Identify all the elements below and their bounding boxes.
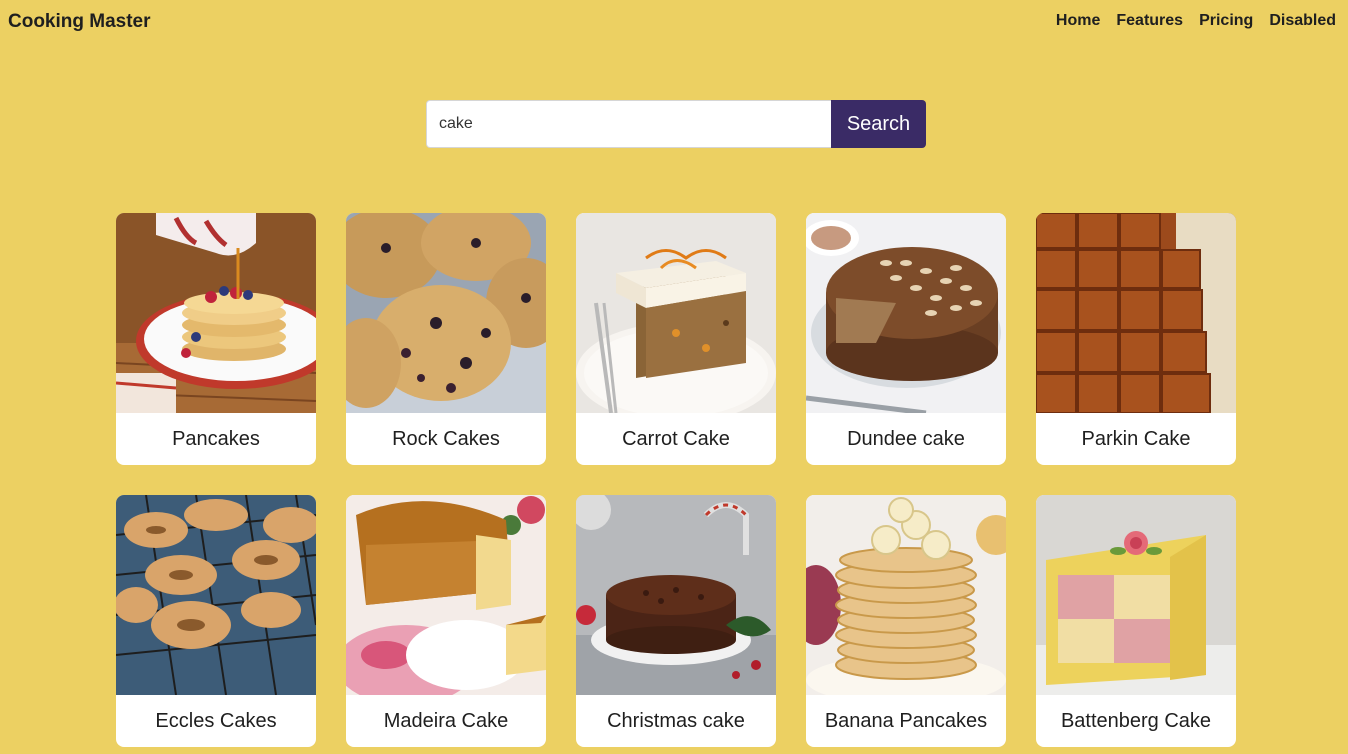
recipe-card[interactable]: Eccles Cakes <box>116 495 316 747</box>
recipe-card[interactable]: Rock Cakes <box>346 213 546 465</box>
brand-logo[interactable]: Cooking Master <box>8 11 151 33</box>
christmas-cake-photo <box>576 495 776 695</box>
parkin-cake-photo <box>1036 213 1236 413</box>
recipe-card[interactable]: Dundee cake <box>806 213 1006 465</box>
search-input[interactable] <box>426 100 831 148</box>
madeira-cake-photo <box>346 495 546 695</box>
pancakes-photo <box>116 213 316 413</box>
eccles-cakes-photo <box>116 495 316 695</box>
recipe-card[interactable]: Pancakes <box>116 213 316 465</box>
recipe-title: Eccles Cakes <box>155 709 277 732</box>
nav-link-home[interactable]: Home <box>1056 12 1100 30</box>
recipe-title: Parkin Cake <box>1081 427 1191 450</box>
nav-link-features[interactable]: Features <box>1116 12 1183 30</box>
recipe-title: Dundee cake <box>847 427 965 450</box>
nav-link-disabled[interactable]: Disabled <box>1269 12 1336 30</box>
recipe-card[interactable]: Christmas cake <box>576 495 776 747</box>
search-button[interactable]: Search <box>831 100 926 148</box>
recipe-card[interactable]: Carrot Cake <box>576 213 776 465</box>
search-bar: Search <box>426 100 926 148</box>
recipe-title: Madeira Cake <box>383 709 509 732</box>
recipe-title: Battenberg Cake <box>1060 709 1212 732</box>
battenberg-cake-photo <box>1036 495 1236 695</box>
recipe-card[interactable]: Battenberg Cake <box>1036 495 1236 747</box>
recipe-grid: Pancakes Rock Cakes Carrot Cake Dundee c… <box>116 213 1236 747</box>
recipe-card[interactable]: Madeira Cake <box>346 495 546 747</box>
nav-links: Home Features Pricing Disabled <box>1056 12 1336 30</box>
recipe-title: Banana Pancakes <box>824 709 988 732</box>
recipe-title: Carrot Cake <box>622 427 730 450</box>
recipe-title: Pancakes <box>172 427 260 450</box>
banana-pancakes-photo <box>806 495 1006 695</box>
rock-cakes-photo <box>346 213 546 413</box>
dundee-cake-photo <box>806 213 1006 413</box>
recipe-title: Christmas cake <box>607 709 745 732</box>
recipe-card[interactable]: Parkin Cake <box>1036 213 1236 465</box>
navbar: Cooking Master Home Features Pricing Dis… <box>0 0 1348 44</box>
recipe-title: Rock Cakes <box>392 427 500 450</box>
recipe-card[interactable]: Banana Pancakes <box>806 495 1006 747</box>
carrot-cake-photo <box>576 213 776 413</box>
nav-link-pricing[interactable]: Pricing <box>1199 12 1253 30</box>
